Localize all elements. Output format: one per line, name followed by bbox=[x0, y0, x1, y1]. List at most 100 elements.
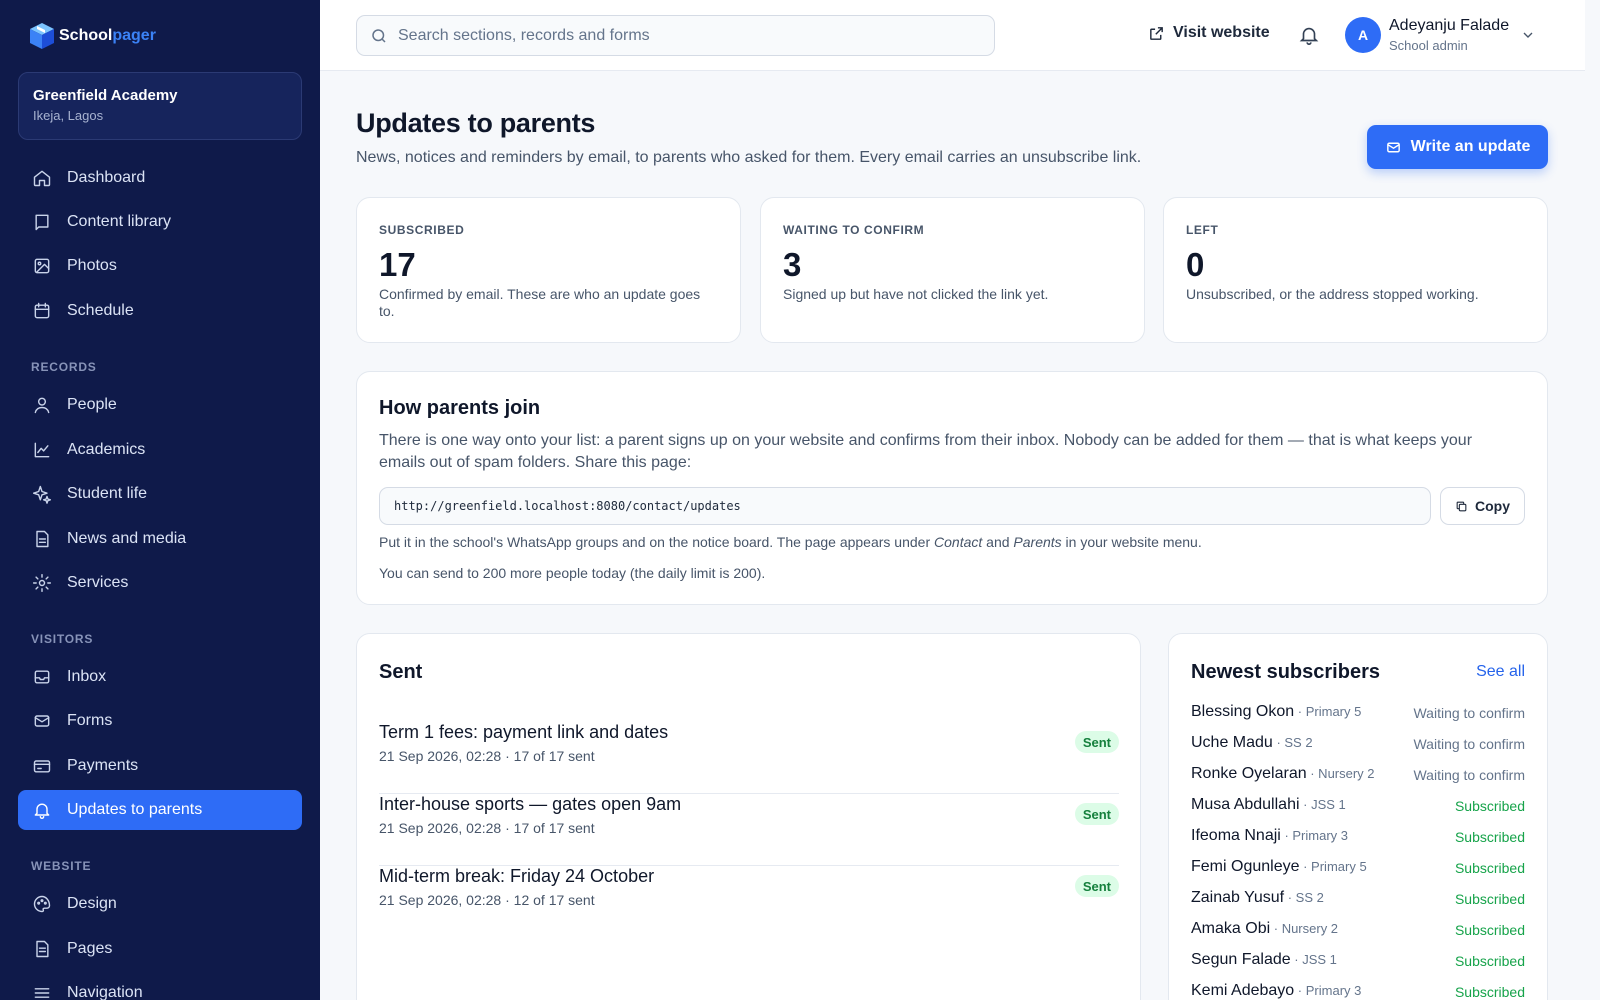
subscriber-row[interactable]: Blessing Okon · Primary 5 Waiting to conf… bbox=[1191, 703, 1525, 729]
sent-card: Sent Term 1 fees: payment link and dates… bbox=[356, 633, 1141, 1000]
sidebar-item-news-and-media[interactable]: News and media bbox=[18, 519, 302, 559]
subscriber-row[interactable]: Zainab Yusuf · SS 2 Subscribed bbox=[1191, 889, 1525, 915]
sidebar-item-label: Schedule bbox=[67, 302, 134, 319]
signup-url-field[interactable]: http://greenfield.localhost:8080/contact… bbox=[379, 487, 1431, 525]
status-badge: Sent bbox=[1074, 803, 1119, 825]
menu-icon bbox=[34, 988, 50, 998]
sidebar-item-dashboard[interactable]: Dashboard bbox=[18, 158, 302, 198]
stat-description: Signed up but have not clicked the link … bbox=[783, 286, 1049, 302]
bell-icon bbox=[1299, 27, 1319, 45]
see-all-link[interactable]: See all bbox=[1476, 663, 1525, 681]
subscriber-class: · SS 2 bbox=[1272, 735, 1313, 750]
subscriber-class: · JSS 1 bbox=[1299, 797, 1346, 812]
avatar[interactable]: A bbox=[1345, 17, 1381, 53]
subscriber-row[interactable]: Segun Falade · JSS 1 Subscribed bbox=[1191, 951, 1525, 977]
book-icon bbox=[35, 214, 49, 231]
subscriber-class: · Primary 5 bbox=[1299, 859, 1367, 874]
sidebar-item-label: Design bbox=[67, 895, 117, 912]
sent-item[interactable]: Term 1 fees: payment link and dates 21 S… bbox=[379, 722, 1119, 794]
stat-value: 17 bbox=[379, 246, 416, 283]
subscriber-class: · Nursery 2 bbox=[1306, 766, 1375, 781]
stat-label: LEFT bbox=[1186, 223, 1219, 237]
brand-logo[interactable]: Schoolpager bbox=[28, 20, 156, 52]
topbar: Visit website A Adeyanju Falade School a… bbox=[320, 0, 1585, 71]
sidebar-item-updates-to-parents[interactable]: Updates to parents bbox=[18, 790, 302, 830]
subscriber-status: Waiting to confirm bbox=[1413, 767, 1525, 783]
calendar-icon bbox=[34, 302, 50, 319]
school-switcher[interactable]: Greenfield Academy Ikeja, Lagos bbox=[18, 72, 302, 140]
sidebar-section-records: RECORDS bbox=[31, 360, 97, 374]
stat-value: 3 bbox=[783, 246, 802, 283]
subscriber-row[interactable]: Femi Ogunleye · Primary 5 Subscribed bbox=[1191, 858, 1525, 884]
visit-website-label: Visit website bbox=[1173, 24, 1270, 41]
subscriber-name: Uche Madu bbox=[1191, 734, 1273, 751]
subscriber-name: Ronke Oyelaran bbox=[1191, 765, 1307, 782]
subscriber-row[interactable]: Amaka Obi · Nursery 2 Subscribed bbox=[1191, 920, 1525, 946]
subscriber-row[interactable]: Musa Abdullahi · JSS 1 Subscribed bbox=[1191, 796, 1525, 822]
sidebar-item-label: Student life bbox=[67, 485, 148, 502]
sidebar-item-forms[interactable]: Forms bbox=[18, 701, 302, 741]
stat-card-waiting: WAITING TO CONFIRM 3 Signed up but have … bbox=[760, 197, 1145, 343]
sidebar-item-label: Services bbox=[67, 574, 129, 591]
visit-website-link[interactable]: Visit website bbox=[1148, 24, 1270, 42]
page-subtitle: News, notices and reminders by email, to… bbox=[356, 149, 1142, 166]
status-badge: Sent bbox=[1074, 731, 1119, 753]
sent-item[interactable]: Mid-term break: Friday 24 October 21 Sep… bbox=[379, 866, 1119, 938]
sidebar-item-photos[interactable]: Photos bbox=[18, 246, 302, 286]
share-note: Put it in the school's WhatsApp groups a… bbox=[379, 534, 1202, 550]
image-icon bbox=[34, 258, 50, 274]
sent-item[interactable]: Inter-house sports — gates open 9am 21 S… bbox=[379, 794, 1119, 866]
search-box[interactable] bbox=[356, 15, 995, 56]
subscriber-row[interactable]: Uche Madu · SS 2 Waiting to confirm bbox=[1191, 734, 1525, 760]
subscriber-row[interactable]: Ifeoma Nnaji · Primary 3 Subscribed bbox=[1191, 827, 1525, 853]
search-input[interactable] bbox=[398, 26, 978, 45]
subscriber-row[interactable]: Ronke Oyelaran · Nursery 2 Waiting to con… bbox=[1191, 765, 1525, 791]
subscriber-status: Subscribed bbox=[1454, 829, 1525, 845]
notifications-button[interactable] bbox=[1298, 24, 1320, 46]
mail-icon bbox=[34, 715, 50, 727]
sidebar-item-payments[interactable]: Payments bbox=[18, 746, 302, 786]
user-menu-toggle[interactable] bbox=[1520, 27, 1536, 43]
sidebar-item-content-library[interactable]: Content library bbox=[18, 202, 302, 242]
subscriber-name: Femi Ogunleye bbox=[1191, 858, 1300, 875]
sidebar-item-academics[interactable]: Academics bbox=[18, 430, 302, 470]
stat-label: WAITING TO CONFIRM bbox=[783, 223, 925, 237]
sent-item-title: Mid-term break: Friday 24 October bbox=[379, 866, 655, 886]
sidebar-item-people[interactable]: People bbox=[18, 385, 302, 425]
sidebar-item-label: Inbox bbox=[67, 668, 107, 685]
sidebar-item-services[interactable]: Services bbox=[18, 563, 302, 603]
sidebar-item-schedule[interactable]: Schedule bbox=[18, 291, 302, 331]
subscriber-class: · Primary 3 bbox=[1294, 983, 1362, 998]
sidebar-item-pages[interactable]: Pages bbox=[18, 929, 302, 969]
subscriber-name: Musa Abdullahi bbox=[1191, 796, 1300, 813]
bell-icon bbox=[34, 803, 50, 819]
sidebar-item-label: Updates to parents bbox=[67, 801, 203, 818]
section-title: How parents join bbox=[379, 397, 541, 419]
sidebar-item-navigation[interactable]: Navigation bbox=[18, 973, 302, 1000]
write-update-button[interactable]: Write an update bbox=[1367, 125, 1548, 169]
school-name: Greenfield Academy bbox=[33, 87, 178, 104]
sidebar-item-student-life[interactable]: Student life bbox=[18, 474, 302, 514]
copy-button[interactable]: Copy bbox=[1440, 487, 1525, 525]
status-badge: Sent bbox=[1074, 875, 1119, 897]
sidebar-item-label: Academics bbox=[67, 441, 146, 458]
subscriber-row[interactable]: Kemi Adebayo · Primary 3 Subscribed bbox=[1191, 982, 1525, 1000]
subscriber-class: · Primary 5 bbox=[1294, 704, 1362, 719]
sent-item-title: Term 1 fees: payment link and dates bbox=[379, 722, 669, 742]
mail-icon bbox=[1386, 142, 1400, 152]
sidebar-item-inbox[interactable]: Inbox bbox=[18, 657, 302, 697]
stat-description: Unsubscribed, or the address stopped wor… bbox=[1186, 286, 1479, 302]
sidebar: Schoolpager Greenfield Academy Ikeja, La… bbox=[0, 0, 320, 1000]
sidebar-item-label: Navigation bbox=[67, 984, 143, 1000]
page-title: Updates to parents bbox=[356, 108, 596, 138]
menu-contact: Contact bbox=[934, 534, 983, 550]
sparkle-icon bbox=[32, 485, 52, 504]
subscriber-class: · Nursery 2 bbox=[1270, 921, 1339, 936]
sent-item-meta: 21 Sep 2026, 02:28 · 12 of 17 sent bbox=[379, 892, 595, 908]
inbox-icon bbox=[34, 670, 50, 684]
user-icon bbox=[34, 397, 50, 414]
sidebar-item-design[interactable]: Design bbox=[18, 884, 302, 924]
subscriber-status: Subscribed bbox=[1454, 953, 1525, 969]
user-name[interactable]: Adeyanju Falade bbox=[1389, 17, 1509, 35]
daily-limit-note: You can send to 200 more people today (t… bbox=[379, 565, 766, 581]
